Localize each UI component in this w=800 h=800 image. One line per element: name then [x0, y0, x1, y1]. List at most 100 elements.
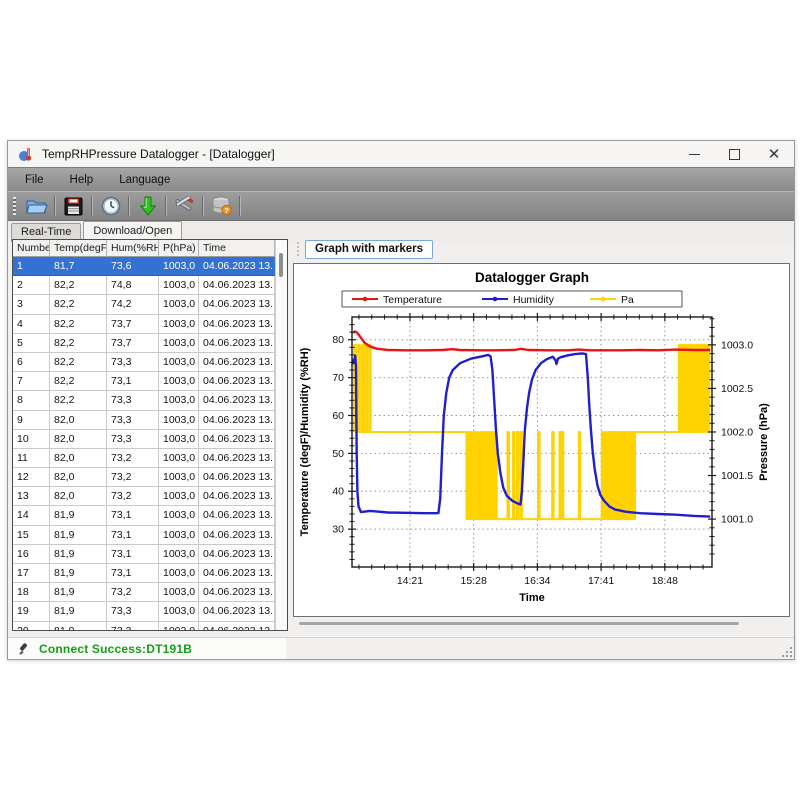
table-cell: 04.06.2023 13...	[199, 449, 275, 468]
app-window: TempRHPressure Datalogger - [Datalogger]…	[7, 140, 795, 660]
table-row[interactable]: 1382,073,21003,004.06.2023 13...	[13, 487, 275, 506]
table-body: NumberTemp(degF)Hum(%RH)P(hPa)Time 181,7…	[13, 240, 275, 630]
svg-text:70: 70	[332, 372, 344, 384]
table-row[interactable]: 482,273,71003,004.06.2023 13...	[13, 315, 275, 334]
table-cell: 1003,0	[159, 372, 199, 391]
database-help-icon: ?	[211, 196, 233, 216]
scrollbar-thumb[interactable]	[279, 253, 283, 277]
device-info-button[interactable]: ?	[206, 194, 237, 219]
download-button[interactable]	[132, 194, 163, 219]
table-row[interactable]: 1282,073,21003,004.06.2023 13...	[13, 468, 275, 487]
table-cell: 12	[13, 468, 50, 487]
table-cell: 1003,0	[159, 602, 199, 621]
svg-text:15:28: 15:28	[461, 575, 487, 587]
table-cell: 81,9	[50, 583, 107, 602]
menu-bar: File Help Language	[8, 167, 794, 191]
graph-with-markers-button[interactable]: Graph with markers	[305, 240, 433, 259]
table-cell: 73,1	[107, 526, 159, 545]
table-cell: 16	[13, 545, 50, 564]
table-cell: 04.06.2023 13...	[199, 564, 275, 583]
table-cell: 1003,0	[159, 487, 199, 506]
graph-gripper[interactable]	[296, 242, 300, 258]
table-cell: 17	[13, 564, 50, 583]
svg-text:Humidity: Humidity	[513, 294, 555, 306]
table-cell: 1003,0	[159, 276, 199, 295]
table-row[interactable]: 1981,973,31003,004.06.2023 13...	[13, 602, 275, 621]
table-cell: 73,3	[107, 391, 159, 410]
table-scrollbar[interactable]	[275, 240, 287, 630]
table-cell: 1	[13, 257, 50, 276]
table-row[interactable]: 582,273,71003,004.06.2023 13...	[13, 334, 275, 353]
column-header[interactable]: P(hPa)	[159, 240, 199, 257]
table-cell: 81,9	[50, 526, 107, 545]
table-cell: 73,2	[107, 583, 159, 602]
toolbar-separator	[54, 196, 56, 216]
minimize-icon[interactable]	[674, 141, 714, 167]
column-header[interactable]: Temp(degF)	[50, 240, 107, 257]
table-cell: 1003,0	[159, 468, 199, 487]
table-row[interactable]: 1481,973,11003,004.06.2023 13...	[13, 506, 275, 525]
table-cell: 04.06.2023 13...	[199, 372, 275, 391]
table-cell: 1003,0	[159, 257, 199, 276]
table-cell: 74,8	[107, 276, 159, 295]
table-cell: 73,2	[107, 449, 159, 468]
table-row[interactable]: 1581,973,11003,004.06.2023 13...	[13, 526, 275, 545]
close-icon[interactable]: ✕	[754, 141, 794, 167]
table-cell: 81,9	[50, 564, 107, 583]
column-header[interactable]: Number	[13, 240, 50, 257]
table-row[interactable]: 282,274,81003,004.06.2023 13...	[13, 276, 275, 295]
data-table: NumberTemp(degF)Hum(%RH)P(hPa)Time 181,7…	[12, 239, 288, 631]
menu-item-language[interactable]: Language	[116, 172, 173, 188]
table-row[interactable]: 882,273,31003,004.06.2023 13...	[13, 391, 275, 410]
table-cell: 1003,0	[159, 545, 199, 564]
toolbar-gripper[interactable]	[12, 197, 17, 215]
table-row[interactable]: 2081,973,31003,004.06.2023 13...	[13, 622, 275, 630]
table-cell: 11	[13, 449, 50, 468]
table-cell: 5	[13, 334, 50, 353]
table-cell: 04.06.2023 13...	[199, 353, 275, 372]
menu-item-file[interactable]: File	[22, 172, 47, 188]
table-cell: 82,2	[50, 372, 107, 391]
table-cell: 73,1	[107, 506, 159, 525]
toolbar-separator	[202, 196, 204, 216]
table-cell: 04.06.2023 13...	[199, 391, 275, 410]
settings-button[interactable]	[169, 194, 200, 219]
table-row[interactable]: 1781,973,11003,004.06.2023 13...	[13, 564, 275, 583]
table-cell: 6	[13, 353, 50, 372]
open-file-button[interactable]	[21, 194, 52, 219]
table-cell: 3	[13, 295, 50, 314]
table-cell: 04.06.2023 13...	[199, 526, 275, 545]
table-cell: 73,3	[107, 411, 159, 430]
resize-grip[interactable]	[782, 647, 792, 657]
table-cell: 1003,0	[159, 583, 199, 602]
column-header[interactable]: Hum(%RH)	[107, 240, 159, 257]
svg-text:16:34: 16:34	[524, 575, 550, 587]
table-row[interactable]: 1881,973,21003,004.06.2023 13...	[13, 583, 275, 602]
table-row[interactable]: 1182,073,21003,004.06.2023 13...	[13, 449, 275, 468]
table-cell: 04.06.2023 13...	[199, 468, 275, 487]
table-cell: 1003,0	[159, 506, 199, 525]
column-header[interactable]: Time	[199, 240, 275, 257]
table-cell: 82,2	[50, 391, 107, 410]
toolbar-separator	[91, 196, 93, 216]
table-row[interactable]: 782,273,11003,004.06.2023 13...	[13, 372, 275, 391]
menu-item-help[interactable]: Help	[67, 172, 97, 188]
table-row[interactable]: 982,073,31003,004.06.2023 13...	[13, 411, 275, 430]
save-button[interactable]	[58, 194, 89, 219]
table-row[interactable]: 1681,973,11003,004.06.2023 13...	[13, 545, 275, 564]
table-row[interactable]: 382,274,21003,004.06.2023 13...	[13, 295, 275, 314]
folder-open-icon	[26, 197, 48, 215]
table-cell: 81,9	[50, 602, 107, 621]
history-button[interactable]	[95, 194, 126, 219]
table-cell: 1003,0	[159, 295, 199, 314]
horizontal-scrollbar[interactable]	[299, 622, 739, 625]
maximize-icon[interactable]	[714, 141, 754, 167]
table-cell: 73,2	[107, 487, 159, 506]
table-row[interactable]: 1082,073,31003,004.06.2023 13...	[13, 430, 275, 449]
table-row[interactable]: 181,773,61003,004.06.2023 13...	[13, 257, 275, 276]
table-cell: 73,3	[107, 602, 159, 621]
table-cell: 73,7	[107, 334, 159, 353]
graph-toolbar: Graph with markers	[296, 240, 433, 259]
table-row[interactable]: 682,273,31003,004.06.2023 13...	[13, 353, 275, 372]
table-cell: 20	[13, 622, 50, 630]
